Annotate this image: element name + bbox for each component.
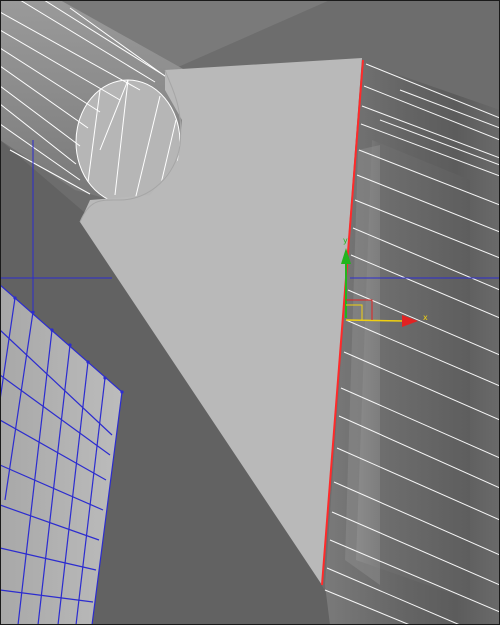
gizmo-y-label: y: [343, 236, 348, 245]
gizmo-x-label: x: [423, 313, 428, 322]
gizmo-x-axis[interactable]: [345, 319, 405, 322]
3d-viewport[interactable]: y x: [0, 0, 500, 625]
viewport-scene[interactable]: y x: [0, 0, 500, 625]
